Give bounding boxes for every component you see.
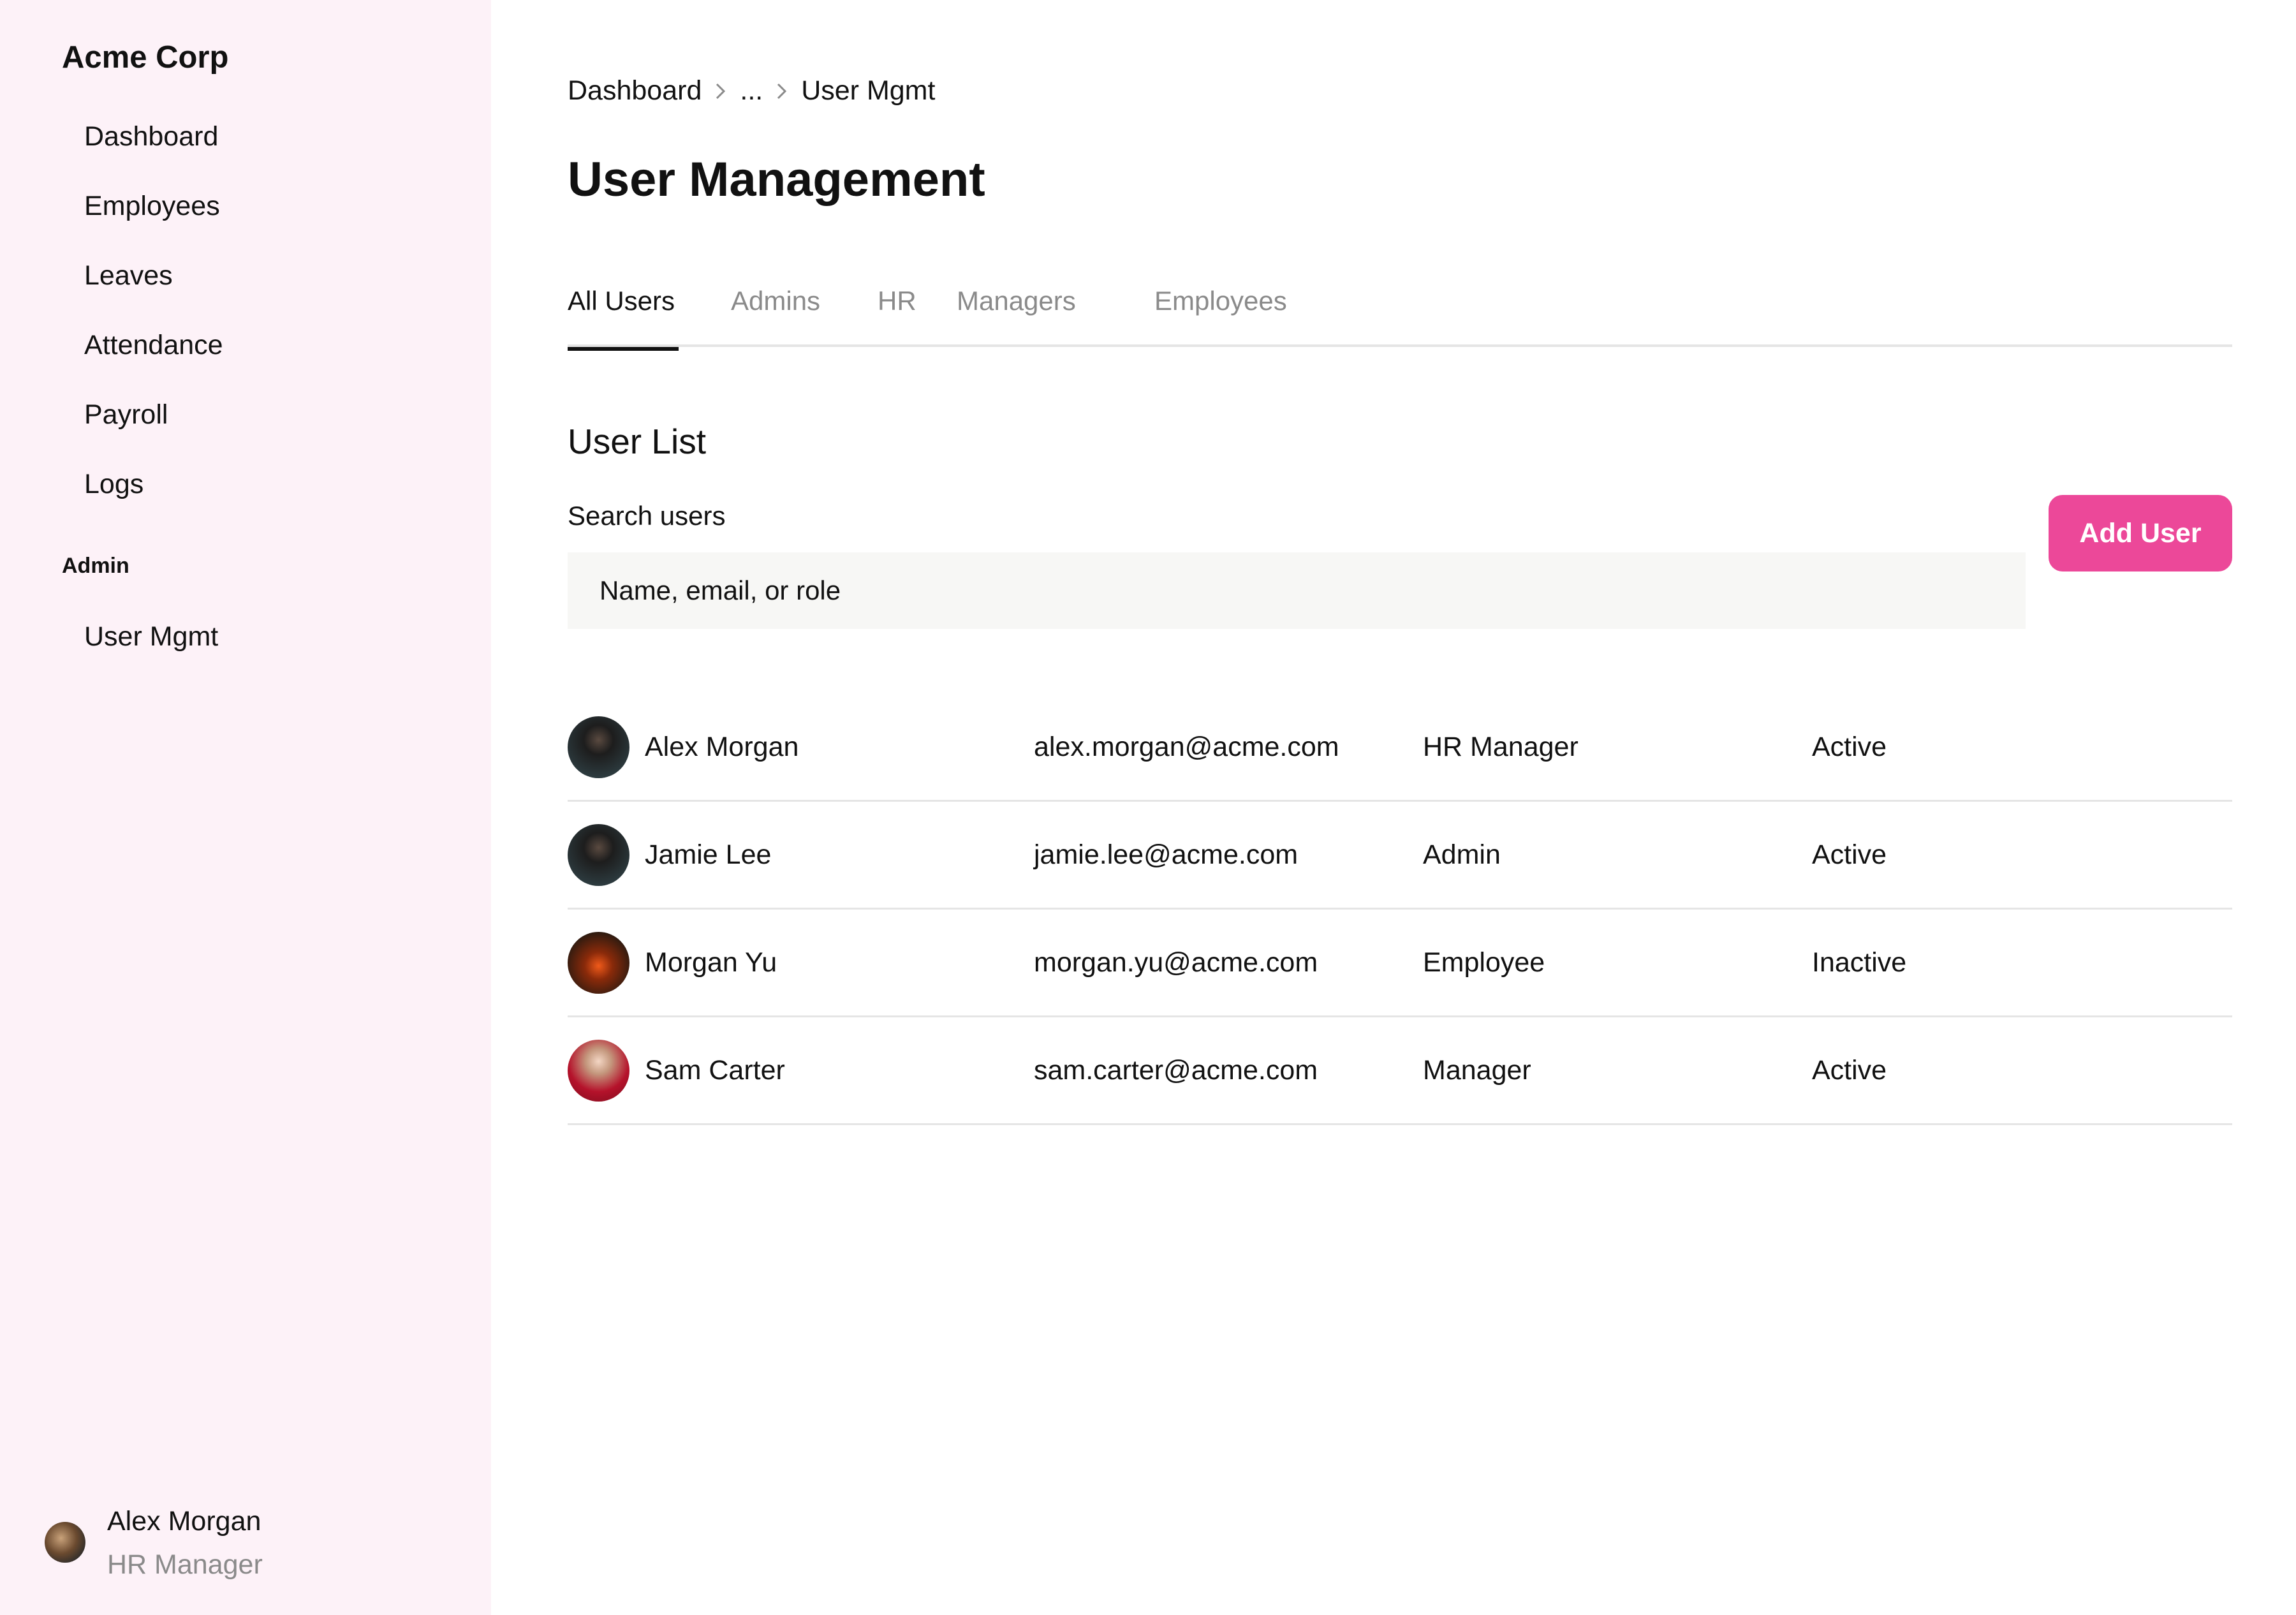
user-name: Jamie Lee — [645, 839, 772, 870]
avatar — [568, 716, 629, 778]
user-email: jamie.lee@acme.com — [1034, 839, 1299, 870]
user-email: sam.carter@acme.com — [1034, 1054, 1318, 1086]
table-row[interactable]: Jamie Lee jamie.lee@acme.com Admin Activ… — [568, 802, 2232, 910]
tab-hr[interactable]: HR — [878, 286, 916, 347]
user-status: Active — [1812, 1054, 1887, 1086]
sidebar-item-attendance[interactable]: Attendance — [84, 330, 223, 361]
user-role: HR Manager — [1423, 731, 1578, 762]
breadcrumb-item-dashboard[interactable]: Dashboard — [568, 75, 702, 107]
user-status: Inactive — [1812, 947, 1907, 978]
table-row[interactable]: Sam Carter sam.carter@acme.com Manager A… — [568, 1017, 2232, 1125]
brand-name: Acme Corp — [62, 40, 229, 75]
sidebar-item-payroll[interactable]: Payroll — [84, 399, 168, 431]
breadcrumb-ellipsis[interactable]: ... — [740, 75, 763, 107]
search-label: Search users — [568, 501, 726, 531]
add-user-button[interactable]: Add User — [2049, 495, 2232, 572]
avatar — [45, 1522, 85, 1563]
user-table: Alex Morgan alex.morgan@acme.com HR Mana… — [568, 694, 2232, 1125]
page-title: User Management — [568, 152, 985, 207]
profile-role: HR Manager — [107, 1549, 263, 1580]
avatar — [568, 1039, 629, 1102]
main-content: Dashboard ... User Mgmt User Management … — [491, 0, 2296, 1615]
chevron-right-icon — [763, 82, 801, 101]
search-input[interactable] — [568, 552, 2026, 629]
app-root: Acme Corp Dashboard Employees Leaves Att… — [0, 0, 2296, 1615]
avatar — [568, 931, 629, 994]
user-status: Active — [1812, 731, 1887, 762]
sidebar-item-user-mgmt[interactable]: User Mgmt — [84, 621, 218, 653]
breadcrumb: Dashboard ... User Mgmt — [568, 75, 935, 107]
table-row[interactable]: Alex Morgan alex.morgan@acme.com HR Mana… — [568, 694, 2232, 802]
user-name: Morgan Yu — [645, 947, 777, 978]
user-status: Active — [1812, 839, 1887, 870]
avatar — [568, 823, 629, 886]
user-role: Admin — [1423, 839, 1501, 870]
user-role: Manager — [1423, 1054, 1531, 1086]
sidebar-item-employees[interactable]: Employees — [84, 191, 220, 222]
sidebar-item-logs[interactable]: Logs — [84, 469, 144, 500]
user-name: Alex Morgan — [645, 731, 799, 762]
user-name: Sam Carter — [645, 1054, 785, 1086]
tab-managers[interactable]: Managers — [957, 286, 1076, 347]
tab-employees[interactable]: Employees — [1154, 286, 1287, 347]
breadcrumb-item-current: User Mgmt — [801, 75, 936, 106]
tab-bar: All Users Admins HR Managers Employees — [568, 281, 2232, 351]
table-row[interactable]: Morgan Yu morgan.yu@acme.com Employee In… — [568, 910, 2232, 1017]
user-email: morgan.yu@acme.com — [1034, 947, 1318, 978]
user-profile[interactable]: Alex Morgan HR Manager — [45, 1499, 263, 1586]
profile-name: Alex Morgan — [107, 1506, 261, 1537]
tab-admins[interactable]: Admins — [731, 286, 820, 347]
sidebar-item-dashboard[interactable]: Dashboard — [84, 121, 218, 152]
sidebar-item-leaves[interactable]: Leaves — [84, 260, 173, 291]
sidebar: Acme Corp Dashboard Employees Leaves Att… — [0, 0, 491, 1615]
user-email: alex.morgan@acme.com — [1034, 731, 1339, 762]
sidebar-section-admin: Admin — [62, 554, 129, 578]
chevron-right-icon — [702, 82, 740, 101]
tab-all-users[interactable]: All Users — [568, 286, 679, 351]
section-title: User List — [568, 422, 706, 461]
user-role: Employee — [1423, 947, 1545, 978]
